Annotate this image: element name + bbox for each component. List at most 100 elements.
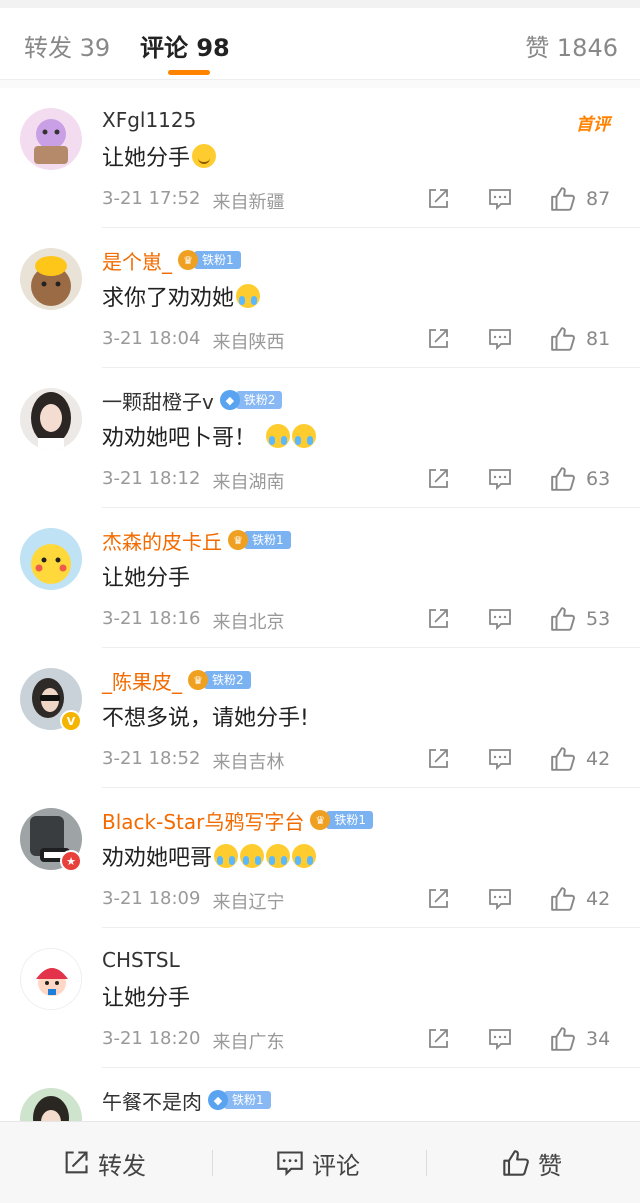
username[interactable]: CHSTSL: [102, 948, 180, 972]
like-count: 42: [586, 748, 611, 770]
avatar[interactable]: [20, 388, 82, 450]
fan-badge-label: 铁粉2: [235, 391, 283, 409]
comment-icon: [489, 749, 511, 771]
comment-meta: 3-21 18:20 来自广东: [102, 1028, 284, 1054]
tab-comment[interactable]: 评论 98: [140, 28, 230, 63]
username[interactable]: 一颗甜橙子v: [102, 386, 214, 415]
username[interactable]: 午餐不是肉: [102, 1086, 202, 1115]
comment-location: 来自北京: [212, 612, 285, 633]
thumbs-up-icon: [551, 1027, 575, 1051]
comment-text: 让她分手: [102, 140, 217, 172]
tab-like[interactable]: 赞 1846: [525, 28, 618, 63]
comment-time: 3-21 18:52: [102, 748, 201, 769]
share-icon: [429, 749, 448, 768]
comment-time: 3-21 18:04: [102, 328, 201, 349]
avatar[interactable]: [20, 108, 82, 170]
comment-time: 3-21 18:20: [102, 1028, 201, 1049]
share-button[interactable]: [426, 326, 450, 352]
username[interactable]: Black-Star乌鸦写字台: [102, 806, 304, 835]
share-button[interactable]: [426, 186, 450, 212]
diamond-icon: ◆: [208, 1090, 228, 1110]
comment-item: 午餐不是肉 ◆ 铁粉1: [0, 1068, 640, 1122]
share-button[interactable]: [426, 746, 450, 772]
share-button[interactable]: [426, 886, 450, 912]
comment-text-body: 让她分手: [102, 986, 191, 1011]
comment-text: 劝劝她吧卜哥！: [102, 420, 317, 452]
comment-icon: [277, 1151, 303, 1177]
username[interactable]: _陈果皮_: [102, 666, 182, 695]
avatar[interactable]: [20, 948, 82, 1010]
comment-text: 让她分手: [102, 560, 190, 592]
like-button[interactable]: 81: [550, 326, 610, 352]
reply-button[interactable]: [488, 886, 512, 912]
share-icon: [429, 1029, 448, 1048]
fan-badge: ♛ 铁粉1: [228, 530, 291, 550]
comment-location: 来自广东: [212, 1032, 285, 1053]
share-icon: [429, 329, 448, 348]
comment-list[interactable]: XFgl1125 首评 让她分手 3-21 17:52 来自新疆 87 是个崽_…: [0, 88, 640, 1122]
share-icon: [429, 889, 448, 908]
thumbs-up-icon: [551, 887, 575, 911]
comment-item: 杰森的皮卡丘 ♛ 铁粉1 让她分手 3-21 18:16 来自北京 53: [0, 508, 640, 648]
like-count: 63: [586, 468, 611, 490]
comment-item: XFgl1125 首评 让她分手 3-21 17:52 来自新疆 87: [0, 88, 640, 228]
comment-time: 3-21 18:12: [102, 468, 201, 489]
like-button[interactable]: 42: [550, 886, 610, 912]
thumbs-up-icon: [551, 327, 575, 351]
like-button[interactable]: 87: [550, 186, 610, 212]
comment-actions: 53: [426, 606, 620, 632]
like-count: 81: [586, 328, 611, 350]
comment-text-body: 劝劝她吧卜哥！: [102, 426, 257, 451]
comment-text: 求你了劝劝她: [102, 280, 261, 312]
name-row: Black-Star乌鸦写字台 ♛ 铁粉1: [102, 806, 373, 834]
crying-emoji-icon: [266, 424, 291, 448]
crown-icon: ♛: [228, 530, 248, 550]
fan-badge: ♛ 铁粉1: [178, 250, 241, 270]
name-row: 一颗甜橙子v ◆ 铁粉2: [102, 386, 283, 415]
avatar[interactable]: [20, 1088, 82, 1122]
like-post-button[interactable]: 赞: [502, 1122, 562, 1203]
comment-actions: 42: [426, 746, 620, 772]
reply-button[interactable]: [488, 186, 512, 212]
comment-text: 劝劝她吧哥: [102, 840, 317, 872]
comment-item: 是个崽_ ♛ 铁粉1 求你了劝劝她 3-21 18:04 来自陕西 81: [0, 228, 640, 368]
username[interactable]: XFgl1125: [102, 108, 196, 132]
reply-button[interactable]: [488, 746, 512, 772]
comment-time: 3-21 17:52: [102, 188, 201, 209]
comment-item: CHSTSL 让她分手 3-21 18:20 来自广东 34: [0, 928, 640, 1068]
like-button[interactable]: 34: [550, 1026, 610, 1052]
crying-emoji-icon: [214, 844, 239, 868]
fan-badge: ◆ 铁粉2: [219, 390, 283, 410]
repost-button[interactable]: 转发: [62, 1122, 146, 1203]
tab-gap: [0, 80, 640, 88]
comment-icon: [489, 1029, 511, 1051]
username[interactable]: 杰森的皮卡丘: [102, 526, 222, 555]
fan-badge-label: 铁粉1: [326, 811, 373, 829]
reply-button[interactable]: [488, 1026, 512, 1052]
comment-location: 来自新疆: [212, 192, 285, 213]
share-button[interactable]: [426, 606, 450, 632]
comment-meta: 3-21 18:16 来自北京: [102, 608, 284, 634]
avatar[interactable]: [20, 528, 82, 590]
share-icon: [429, 189, 448, 208]
reply-button[interactable]: [488, 326, 512, 352]
like-button[interactable]: 53: [550, 606, 610, 632]
share-button[interactable]: [426, 466, 450, 492]
crying-emoji-icon: [266, 844, 291, 868]
comment-icon: [489, 609, 511, 631]
thumbs-up-icon: [551, 747, 575, 771]
comment-time: 3-21 18:09: [102, 888, 201, 909]
comment-button[interactable]: 评论: [276, 1122, 360, 1203]
share-button[interactable]: [426, 1026, 450, 1052]
username[interactable]: 是个崽_: [102, 246, 172, 275]
name-row: XFgl1125: [102, 106, 196, 134]
like-button[interactable]: 63: [550, 466, 610, 492]
reply-button[interactable]: [488, 606, 512, 632]
comment-actions: 63: [426, 466, 620, 492]
like-button[interactable]: 42: [550, 746, 610, 772]
name-row: 是个崽_ ♛ 铁粉1: [102, 246, 241, 274]
reply-button[interactable]: [488, 466, 512, 492]
tab-repost[interactable]: 转发 39: [24, 28, 110, 63]
avatar[interactable]: [20, 248, 82, 310]
fan-badge-label: 铁粉2: [204, 671, 251, 689]
